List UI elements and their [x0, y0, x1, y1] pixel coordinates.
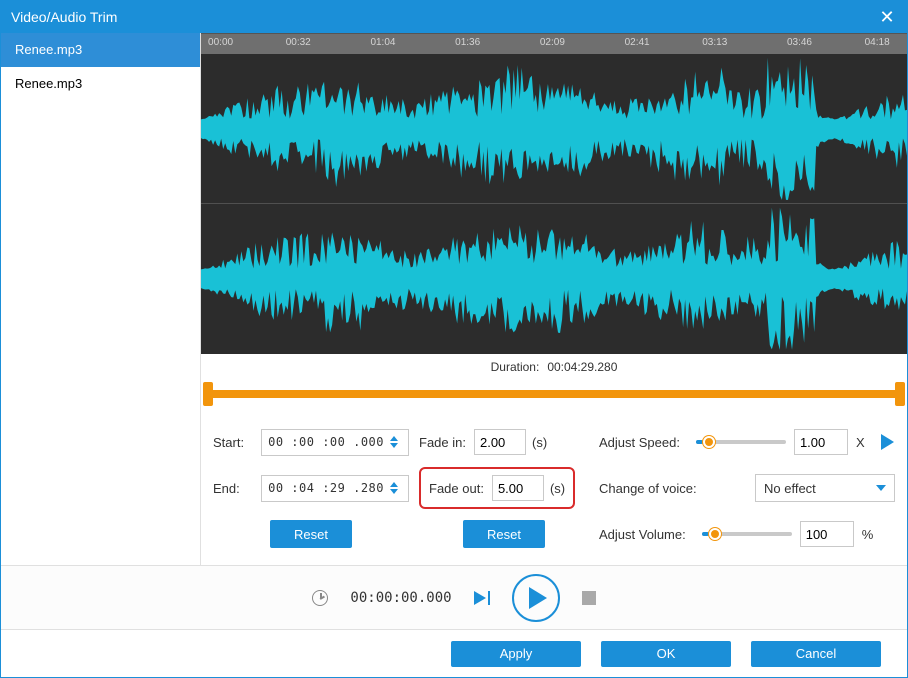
reset-trim-button[interactable]: Reset: [270, 520, 352, 548]
waveform-channel-left: [201, 54, 907, 204]
volume-unit: %: [862, 527, 874, 542]
play-button[interactable]: [512, 574, 560, 622]
timeline-tick: 00:00: [208, 37, 233, 48]
main-area: Renee.mp3 Renee.mp3 00:00 00:32 01:04 01…: [1, 33, 907, 565]
playback-bar: 00:00:00.000: [1, 565, 907, 629]
fade-out-input[interactable]: [492, 475, 544, 501]
cancel-button[interactable]: Cancel: [751, 641, 881, 667]
voice-label: Change of voice:: [599, 481, 697, 496]
dialog-buttons: Apply OK Cancel: [1, 629, 907, 677]
waveform-display[interactable]: [201, 54, 907, 354]
trim-slider-fill: [205, 390, 903, 398]
fade-in-input[interactable]: [474, 429, 526, 455]
end-time-input[interactable]: 00 :04 :29 .280: [261, 475, 409, 502]
timeline-tick: 04:18: [865, 37, 890, 48]
timeline-tick: 00:32: [286, 37, 311, 48]
sidebar-item[interactable]: Renee.mp3: [1, 67, 200, 101]
content-pane: 00:00 00:32 01:04 01:36 02:09 02:41 03:1…: [201, 33, 907, 565]
play-icon: [474, 591, 486, 605]
ok-button[interactable]: OK: [601, 641, 731, 667]
start-spinner[interactable]: [390, 430, 406, 455]
timeline-ruler[interactable]: 00:00 00:32 01:04 01:36 02:09 02:41 03:1…: [201, 33, 907, 54]
trim-handle-end[interactable]: [895, 382, 905, 406]
sidebar: Renee.mp3 Renee.mp3: [1, 33, 201, 565]
speed-label: Adjust Speed:: [599, 435, 680, 450]
speed-slider[interactable]: [696, 440, 786, 444]
playback-time: 00:00:00.000: [350, 590, 451, 606]
fade-in-unit: (s): [532, 435, 547, 450]
timeline-tick: 01:36: [455, 37, 480, 48]
window: Video/Audio Trim ✕ Renee.mp3 Renee.mp3 0…: [0, 0, 908, 678]
controls-grid: Start: 00 :00 :00 .000 Fade in: (s) Adju…: [201, 419, 907, 565]
trim-handle-start[interactable]: [203, 382, 213, 406]
duration-row: Duration: 00:04:29.280: [201, 354, 907, 380]
set-marker-button[interactable]: [474, 591, 490, 605]
timeline-tick: 02:41: [625, 37, 650, 48]
clock-icon: [312, 590, 328, 606]
waveform-channel-right: [201, 203, 907, 354]
voice-select[interactable]: No effect: [755, 474, 895, 502]
chevron-down-icon: [876, 485, 886, 491]
timeline-tick: 02:09: [540, 37, 565, 48]
fade-out-label: Fade out:: [429, 481, 484, 496]
speed-preview-play-icon[interactable]: [881, 434, 894, 450]
play-icon: [529, 587, 547, 609]
reset-fade-button[interactable]: Reset: [463, 520, 545, 548]
volume-input[interactable]: [800, 521, 854, 547]
apply-button[interactable]: Apply: [451, 641, 581, 667]
speed-input[interactable]: [794, 429, 848, 455]
fade-out-unit: (s): [550, 481, 565, 496]
end-spinner[interactable]: [390, 476, 406, 501]
timeline-tick: 03:46: [787, 37, 812, 48]
end-label: End:: [213, 481, 240, 496]
voice-select-value: No effect: [764, 481, 816, 496]
fade-in-label: Fade in:: [419, 435, 466, 450]
timeline-tick: 01:04: [370, 37, 395, 48]
stop-button[interactable]: [582, 591, 596, 605]
fade-out-highlight: Fade out: (s): [419, 467, 575, 509]
speed-unit: X: [856, 435, 865, 450]
trim-range-slider[interactable]: [205, 382, 903, 405]
sidebar-item[interactable]: Renee.mp3: [1, 33, 200, 67]
window-title: Video/Audio Trim: [11, 9, 117, 25]
duration-value: 00:04:29.280: [547, 360, 617, 374]
close-button[interactable]: ✕: [867, 1, 907, 33]
title-bar: Video/Audio Trim ✕: [1, 1, 907, 33]
volume-label: Adjust Volume:: [599, 527, 686, 542]
start-label: Start:: [213, 435, 244, 450]
timeline-tick: 03:13: [702, 37, 727, 48]
volume-slider[interactable]: [702, 532, 792, 536]
end-time-value: 00 :04 :29 .280: [268, 481, 384, 495]
duration-label: Duration:: [491, 360, 540, 374]
start-time-value: 00 :00 :00 .000: [268, 435, 384, 449]
start-time-input[interactable]: 00 :00 :00 .000: [261, 429, 409, 456]
